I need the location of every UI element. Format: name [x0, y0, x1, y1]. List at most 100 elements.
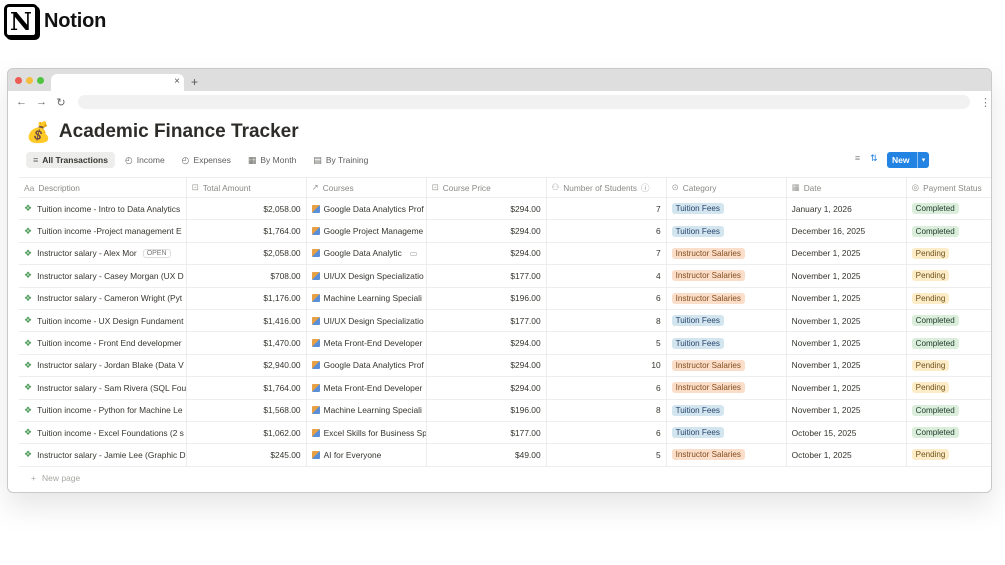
course-price-cell[interactable]: $294.00 [427, 354, 547, 377]
course-cell[interactable]: AI for Everyone [307, 444, 427, 466]
date-cell[interactable]: November 1, 2025 [787, 399, 907, 421]
view-tab-by-training[interactable]: ▤ By Training [306, 152, 375, 169]
course-cell[interactable]: Machine Learning Speciali [307, 399, 427, 421]
course-cell[interactable]: UI/UX Design Specializatio [307, 309, 427, 332]
payment-status-cell[interactable]: Pending [907, 243, 991, 264]
payment-status-cell[interactable]: Pending [907, 265, 991, 286]
description-cell[interactable]: ❖ Tuition income - UX Design Fundament [19, 309, 187, 332]
date-cell[interactable]: November 1, 2025 [787, 309, 907, 332]
description-cell[interactable]: ❖ Instructor salary - Casey Morgan (UX D [19, 265, 187, 287]
course-price-cell[interactable]: $177.00 [427, 309, 547, 332]
table-row[interactable]: ❖ Tuition income - Python for Machine Le… [19, 399, 991, 422]
total-amount-cell[interactable]: $1,764.00 [187, 377, 307, 399]
category-cell[interactable]: Tuition Fees [667, 220, 787, 242]
course-cell[interactable]: Google Data Analytic ▭ [307, 242, 427, 265]
category-cell[interactable]: Instructor Salaries [667, 242, 787, 265]
description-cell[interactable]: ❖ Instructor salary - Sam Rivera (SQL Fo… [19, 377, 187, 399]
view-tab-by-month[interactable]: ▦ By Month [241, 152, 303, 169]
course-cell[interactable]: Google Data Analytics Prof [307, 354, 427, 377]
new-page-row[interactable]: + New page [19, 467, 991, 489]
course-link[interactable]: UI/UX Design Specializatio [324, 316, 424, 326]
total-amount-cell[interactable]: $1,062.00 [187, 421, 307, 444]
course-price-cell[interactable]: $177.00 [427, 421, 547, 444]
course-cell[interactable]: Excel Skills for Business Sp [307, 421, 427, 444]
table-row[interactable]: ❖ Instructor salary - Cameron Wright (Py… [19, 287, 991, 310]
date-cell[interactable]: November 1, 2025 [787, 377, 907, 399]
category-cell[interactable]: Tuition Fees [667, 332, 787, 354]
table-row[interactable]: ❖ Instructor salary - Casey Morgan (UX D… [19, 265, 991, 288]
course-link[interactable]: Google Project Manageme [324, 226, 424, 236]
description-cell[interactable]: ❖ Tuition income - Python for Machine Le [19, 399, 187, 421]
category-cell[interactable]: Instructor Salaries [667, 444, 787, 466]
new-button[interactable]: New ▾ [887, 152, 929, 168]
total-amount-cell[interactable]: $1,416.00 [187, 309, 307, 332]
category-cell[interactable]: Instructor Salaries [667, 265, 787, 287]
table-row[interactable]: ❖ Tuition income - UX Design Fundament $… [19, 309, 991, 333]
payment-status-cell[interactable]: Completed [907, 310, 991, 331]
table-row[interactable]: ❖ Instructor salary - Jordan Blake (Data… [19, 354, 991, 378]
reload-icon[interactable]: ↻ [56, 96, 66, 109]
description-cell[interactable]: ❖ Tuition income -Project management E [19, 220, 187, 242]
students-cell[interactable]: 10 [547, 354, 667, 377]
column-header-courses[interactable]: ↗ Courses [307, 178, 427, 197]
course-link[interactable]: Machine Learning Speciali [324, 293, 422, 303]
date-cell[interactable]: November 1, 2025 [787, 265, 907, 287]
category-cell[interactable]: Tuition Fees [667, 399, 787, 421]
close-window-icon[interactable] [15, 77, 22, 84]
course-price-cell[interactable]: $177.00 [427, 265, 547, 287]
course-link[interactable]: UI/UX Design Specializatio [324, 271, 424, 281]
date-cell[interactable]: January 1, 2026 [787, 198, 907, 220]
view-tab-all-transactions[interactable]: ≡ All Transactions [26, 152, 115, 168]
browser-menu-icon[interactable]: ⋮ [980, 96, 991, 109]
students-cell[interactable]: 5 [547, 332, 667, 354]
date-cell[interactable]: November 1, 2025 [787, 332, 907, 354]
description-cell[interactable]: ❖ Instructor salary - Alex Mor OPEN [19, 242, 187, 265]
date-cell[interactable]: November 1, 2025 [787, 287, 907, 309]
description-cell[interactable]: ❖ Tuition income - Front End developmer [19, 332, 187, 354]
page-title[interactable]: Academic Finance Tracker [59, 121, 299, 143]
category-cell[interactable]: Instructor Salaries [667, 287, 787, 309]
course-price-cell[interactable]: $196.00 [427, 287, 547, 309]
view-tab-expenses[interactable]: ◴ Expenses [175, 152, 238, 169]
course-link[interactable]: Meta Front-End Developer [324, 338, 423, 348]
course-link[interactable]: Google Data Analytics Prof [324, 204, 424, 214]
date-cell[interactable]: October 15, 2025 [787, 421, 907, 444]
payment-status-cell[interactable]: Pending [907, 288, 991, 309]
students-cell[interactable]: 7 [547, 242, 667, 265]
column-header-course-price[interactable]: ⊡ Course Price [427, 178, 547, 197]
course-price-cell[interactable]: $294.00 [427, 242, 547, 265]
students-cell[interactable]: 8 [547, 399, 667, 421]
description-cell[interactable]: ❖ Instructor salary - Jordan Blake (Data… [19, 354, 187, 377]
total-amount-cell[interactable]: $245.00 [187, 444, 307, 466]
description-cell[interactable]: ❖ Instructor salary - Cameron Wright (Py… [19, 287, 187, 309]
students-cell[interactable]: 8 [547, 309, 667, 332]
forward-arrow-icon[interactable]: → [36, 96, 47, 108]
table-row[interactable]: ❖ Tuition income -Project management E $… [19, 220, 991, 243]
date-cell[interactable]: December 16, 2025 [787, 220, 907, 242]
column-header-description[interactable]: Aa Description [19, 178, 187, 197]
course-cell[interactable]: Meta Front-End Developer [307, 332, 427, 354]
description-cell[interactable]: ❖ Tuition income - Intro to Data Analyti… [19, 198, 187, 220]
students-cell[interactable]: 4 [547, 265, 667, 287]
total-amount-cell[interactable]: $1,176.00 [187, 287, 307, 309]
course-price-cell[interactable]: $196.00 [427, 399, 547, 421]
category-cell[interactable]: Instructor Salaries [667, 377, 787, 399]
course-link[interactable]: Google Data Analytics Prof [324, 360, 424, 370]
date-cell[interactable]: October 1, 2025 [787, 444, 907, 466]
course-price-cell[interactable]: $49.00 [427, 444, 547, 466]
view-tab-income[interactable]: ◴ Income [118, 152, 172, 169]
course-link[interactable]: Excel Skills for Business Sp [324, 428, 426, 438]
total-amount-cell[interactable]: $2,058.00 [187, 198, 307, 220]
course-price-cell[interactable]: $294.00 [427, 198, 547, 220]
comment-icon[interactable]: ▭ [410, 249, 418, 258]
course-link[interactable]: AI for Everyone [324, 450, 382, 460]
column-header-date[interactable]: ▦ Date [787, 178, 907, 197]
table-row[interactable]: ❖ Tuition income - Front End developmer … [19, 332, 991, 355]
maximize-window-icon[interactable] [37, 77, 44, 84]
info-icon[interactable]: ⓘ [641, 182, 650, 194]
address-bar[interactable] [77, 95, 970, 109]
chevron-down-icon[interactable]: ▾ [917, 152, 929, 168]
total-amount-cell[interactable]: $2,940.00 [187, 354, 307, 377]
description-cell[interactable]: ❖ Instructor salary - Jamie Lee (Graphic… [19, 444, 187, 466]
course-link[interactable]: Machine Learning Speciali [324, 405, 422, 415]
